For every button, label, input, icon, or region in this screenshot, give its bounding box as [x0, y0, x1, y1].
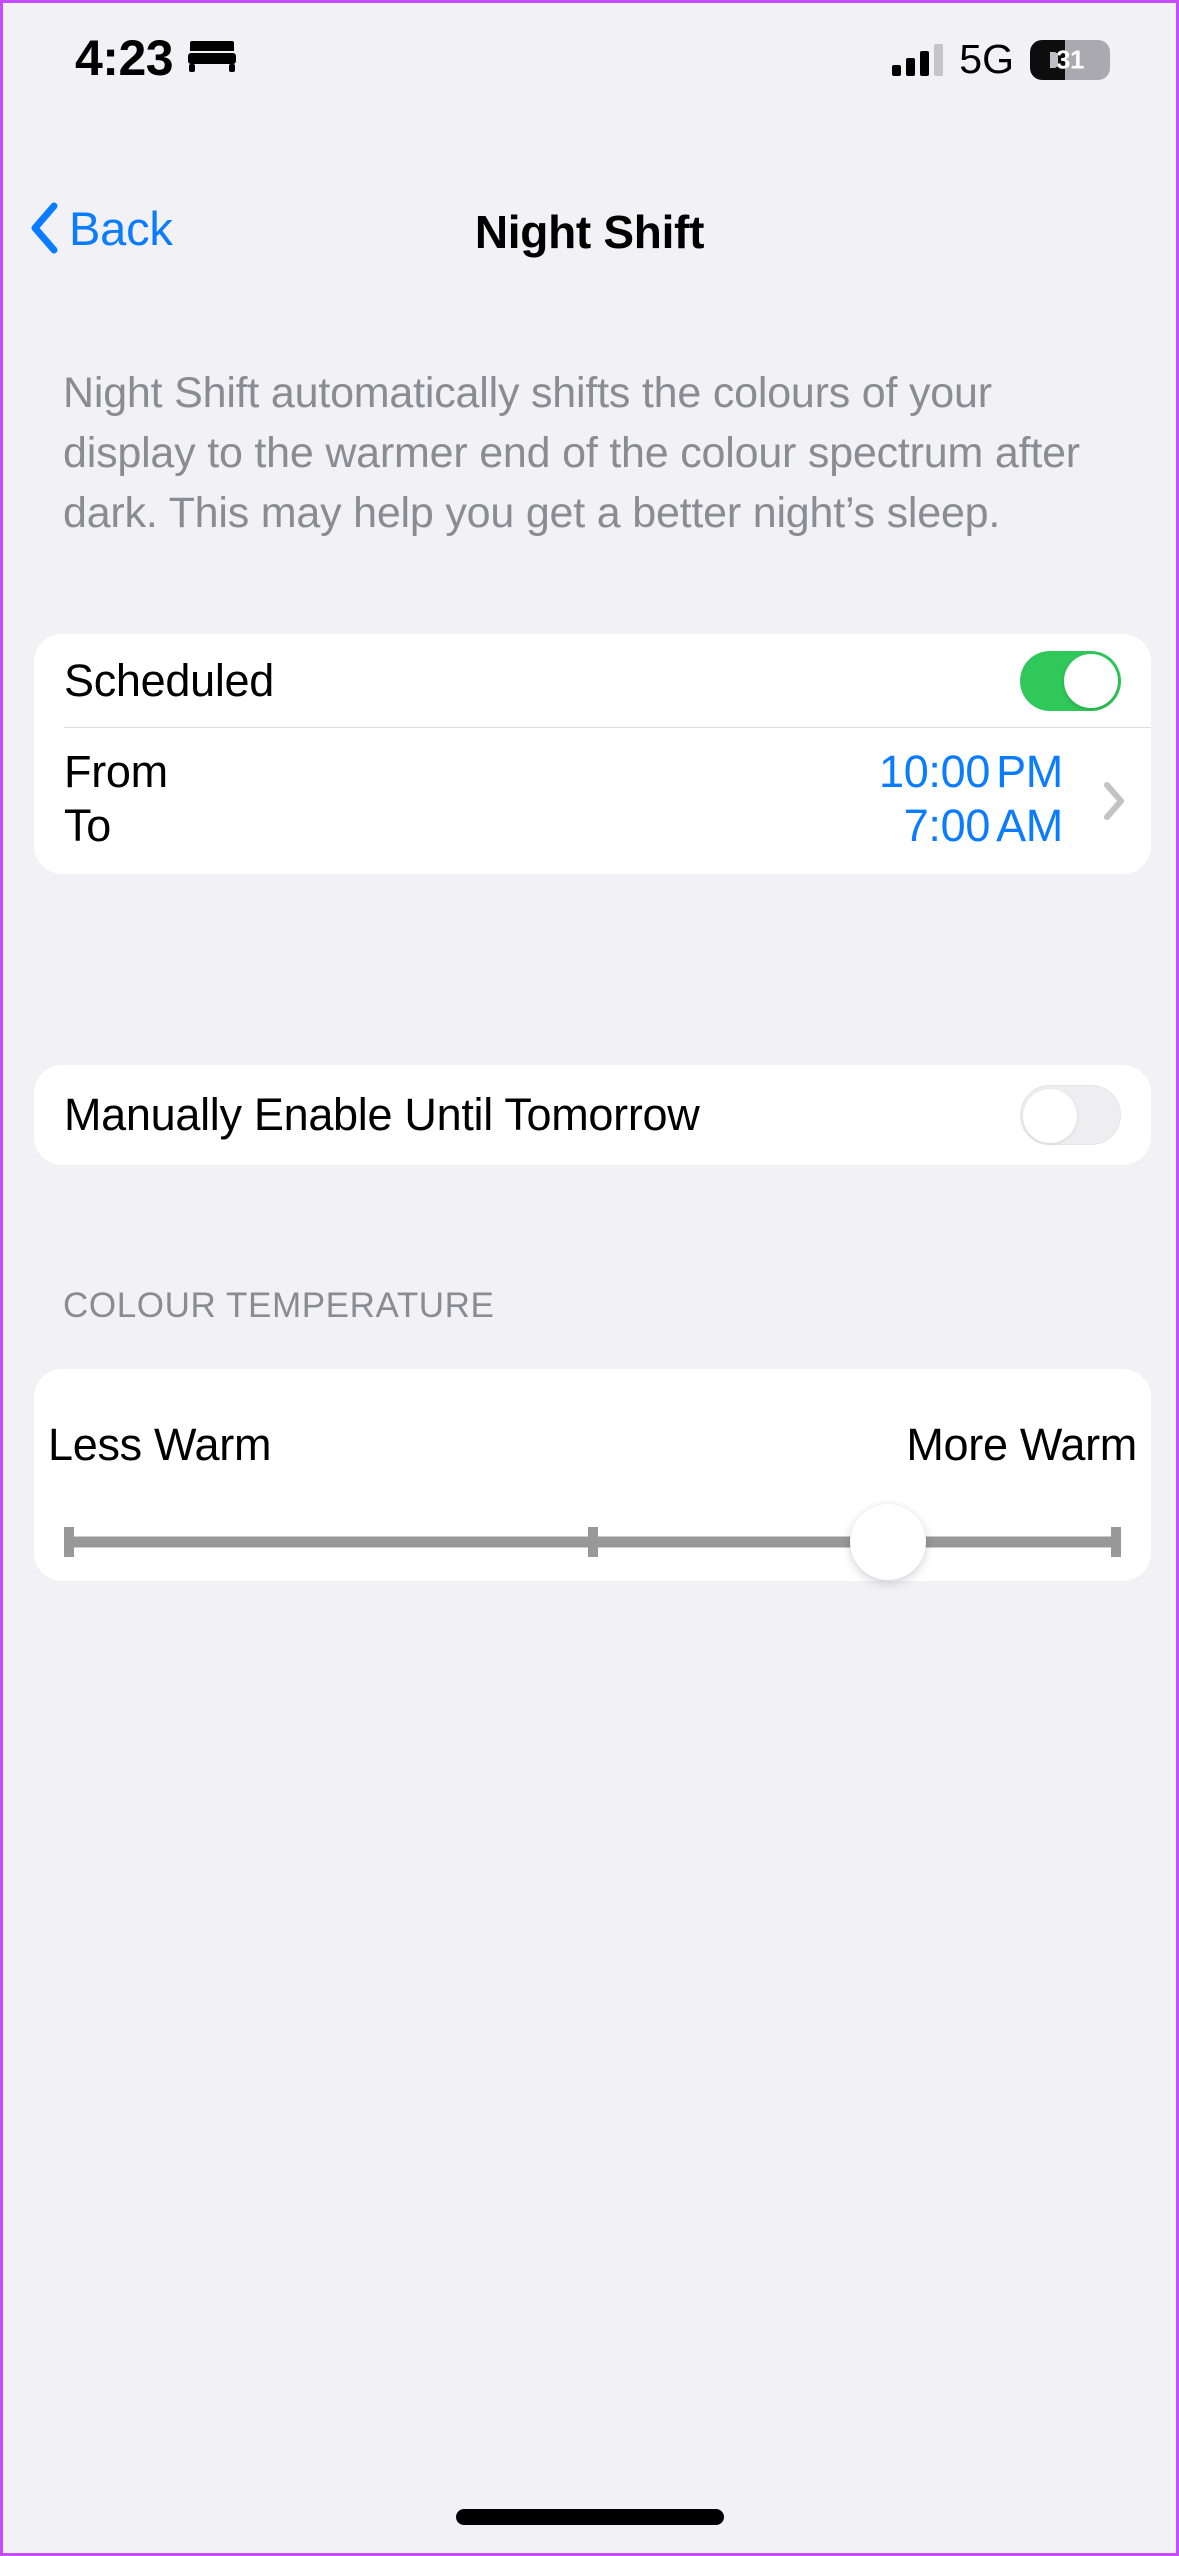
- from-ampm: PM: [996, 746, 1063, 797]
- from-label: From: [64, 746, 168, 797]
- less-warm-label: Less Warm: [48, 1419, 272, 1470]
- slider-thumb[interactable]: [850, 1504, 927, 1580]
- slider-tick-start: [64, 1527, 74, 1557]
- colour-temperature-card: Less Warm More Warm: [34, 1369, 1151, 1581]
- from-value: 10:00 PM: [879, 746, 1063, 798]
- battery-percentage-label: 31: [1056, 44, 1084, 74]
- to-label: To: [64, 800, 111, 851]
- scheduled-row[interactable]: Scheduled: [34, 634, 1151, 727]
- battery-cap-icon: [1050, 51, 1058, 68]
- manual-enable-label: Manually Enable Until Tomorrow: [64, 1089, 700, 1140]
- manual-enable-toggle-knob: [1023, 1089, 1077, 1143]
- cellular-signal-icon: [892, 43, 944, 76]
- scheduled-card: Scheduled From 10:00 PM To 7:00 AM: [34, 634, 1151, 874]
- status-bar-clock: 4:23: [75, 30, 174, 86]
- scheduled-toggle[interactable]: [1020, 650, 1121, 711]
- schedule-to-line: To 7:00 AM: [64, 800, 1121, 852]
- status-bar: 4:23 5G 31: [3, 3, 1176, 123]
- battery-icon: 31: [1030, 39, 1110, 80]
- to-ampm: AM: [996, 800, 1063, 851]
- colour-temperature-slider-container: Less Warm More Warm: [34, 1369, 1151, 1581]
- status-bar-left: 4:23: [75, 33, 237, 83]
- to-time: 7:00: [903, 800, 991, 851]
- navigation-bar: Back Night Shift: [3, 188, 1176, 298]
- page-title: Night Shift: [474, 206, 705, 258]
- network-type-label: 5G: [959, 36, 1014, 82]
- manual-enable-card: Manually Enable Until Tomorrow: [34, 1065, 1151, 1165]
- colour-temperature-slider[interactable]: [64, 1504, 1121, 1580]
- chevron-right-icon: [1103, 782, 1125, 820]
- schedule-from-line: From 10:00 PM: [64, 746, 1121, 798]
- slider-tick-middle: [587, 1527, 598, 1557]
- phone-screen: 4:23 5G 31 Back Night Shift Night Shift …: [0, 0, 1179, 2556]
- more-warm-label: More Warm: [906, 1419, 1137, 1470]
- description-text: Night Shift automatically shifts the col…: [63, 369, 1080, 537]
- colour-temperature-header: COLOUR TEMPERATURE: [63, 1286, 495, 1325]
- slider-tick-end: [1111, 1527, 1121, 1557]
- scheduled-label: Scheduled: [64, 654, 274, 706]
- schedule-times-row[interactable]: From 10:00 PM To 7:00 AM: [34, 728, 1151, 874]
- manual-enable-toggle[interactable]: [1020, 1085, 1121, 1145]
- home-indicator: [455, 2509, 724, 2525]
- slider-endpoint-labels: Less Warm More Warm: [48, 1419, 1137, 1471]
- status-bar-right: 5G 31: [892, 39, 1110, 80]
- manual-enable-row[interactable]: Manually Enable Until Tomorrow: [34, 1065, 1151, 1165]
- scheduled-toggle-knob: [1064, 653, 1118, 708]
- from-time: 10:00: [878, 746, 991, 797]
- to-value: 7:00 AM: [903, 800, 1064, 852]
- bed-icon: [187, 39, 237, 78]
